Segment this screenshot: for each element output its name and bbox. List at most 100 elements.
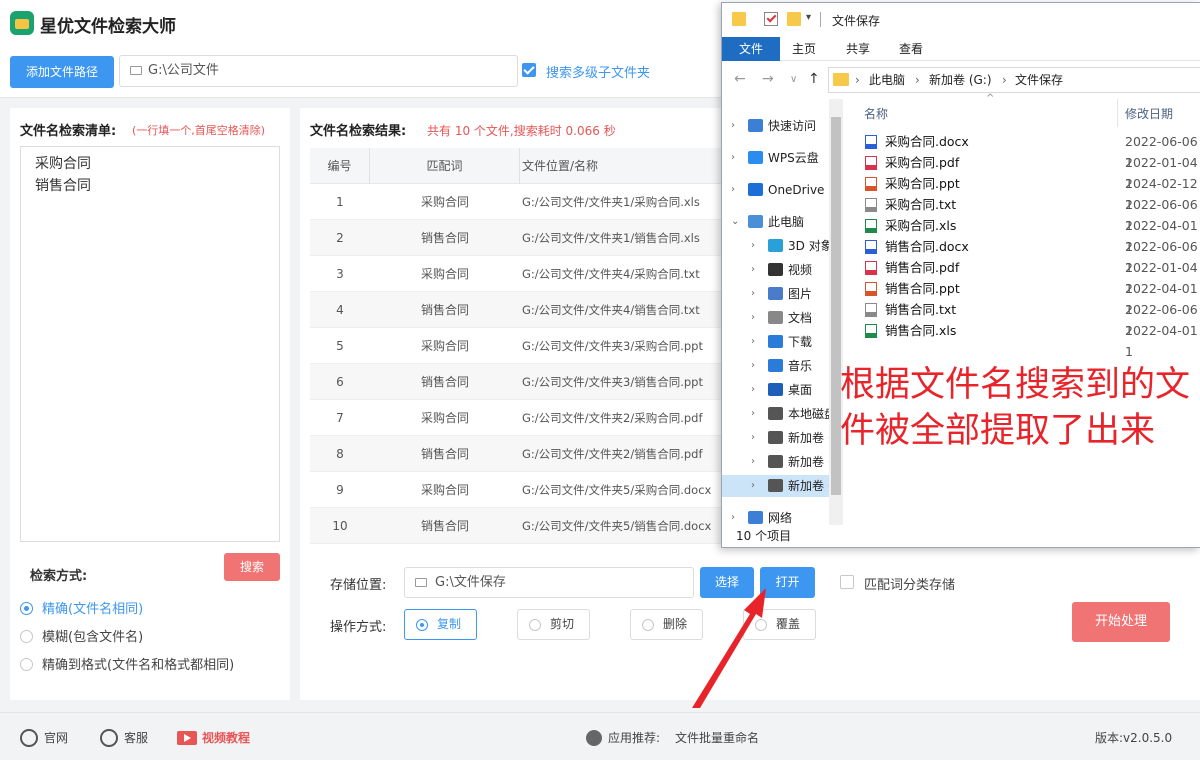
start-process-button[interactable]: 开始处理 — [1072, 602, 1170, 642]
nav-item-icon — [768, 335, 783, 348]
file-item[interactable]: 采购合同.xls 2022-04-01 1 — [865, 215, 1200, 254]
classify-label[interactable]: 匹配词分类存储 — [864, 574, 955, 593]
chevron-right-icon[interactable]: › — [751, 475, 755, 497]
nav-item[interactable]: › 快速访问 — [722, 115, 829, 137]
chevron-right-icon[interactable]: › — [751, 355, 755, 377]
file-item[interactable]: 采购合同.txt 2022-06-06 1 — [865, 194, 1200, 233]
table-row[interactable]: 4 销售合同 G:/公司文件/文件夹4/销售合同.txt — [310, 292, 730, 328]
cell-number: 10 — [332, 519, 348, 533]
nav-item[interactable]: › 本地磁盘 — [722, 403, 836, 425]
chevron-right-icon[interactable]: › — [731, 147, 735, 169]
table-row[interactable]: 10 销售合同 G:/公司文件/文件夹5/销售合同.docx — [310, 508, 730, 544]
breadcrumb-item[interactable]: 此电脑 — [869, 68, 905, 92]
nav-item-label: WPS云盘 — [768, 151, 819, 165]
table-row[interactable]: 5 采购合同 G:/公司文件/文件夹3/采购合同.ppt — [310, 328, 730, 364]
table-row[interactable]: 7 采购合同 G:/公司文件/文件夹2/采购合同.pdf — [310, 400, 730, 436]
chevron-right-icon[interactable]: › — [751, 379, 755, 401]
xls-file-icon — [865, 324, 877, 338]
cell-path: G:/公司文件/文件夹2/采购合同.pdf — [522, 411, 703, 425]
file-item[interactable]: 销售合同.xls 2022-04-01 1 — [865, 320, 1200, 359]
nav-item[interactable]: › 视频 — [722, 259, 829, 281]
video-label: 视频教程 — [202, 731, 251, 745]
classify-checkbox[interactable] — [840, 575, 854, 589]
chevron-right-icon[interactable]: › — [731, 115, 735, 137]
nav-item-icon — [748, 215, 763, 228]
tab-view[interactable]: 查看 — [893, 37, 929, 61]
nav-item[interactable]: › 桌面 — [722, 379, 829, 401]
chevron-right-icon[interactable]: › — [751, 235, 755, 257]
file-date: 2022-04-01 1 — [1125, 323, 1198, 359]
file-item[interactable]: 销售合同.pdf 2022-01-04 1 — [865, 257, 1200, 296]
nav-item[interactable]: › 新加卷 (E — [722, 427, 840, 449]
chevron-right-icon[interactable]: › — [731, 179, 735, 201]
nav-item[interactable]: › 网络 — [722, 507, 829, 529]
subfolder-label[interactable]: 搜索多级子文件夹 — [546, 62, 650, 81]
chevron-down-icon[interactable]: ▾ — [806, 12, 820, 26]
table-row[interactable]: 6 销售合同 G:/公司文件/文件夹3/销售合同.ppt — [310, 364, 730, 400]
file-item[interactable]: 采购合同.docx 2022-06-06 1 — [865, 131, 1200, 170]
keyword-list-title: 文件名检索清单: — [20, 124, 117, 139]
nav-item[interactable]: › 音乐 — [722, 355, 829, 377]
table-row[interactable]: 1 采购合同 G:/公司文件/文件夹1/采购合同.xls — [310, 184, 730, 220]
chevron-right-icon[interactable]: › — [751, 403, 755, 425]
mode-fuzzy-radio[interactable]: 模糊(包含文件名) — [20, 626, 143, 645]
file-item[interactable]: 销售合同.docx 2022-06-06 1 — [865, 236, 1200, 275]
chevron-right-icon[interactable]: › — [751, 283, 755, 305]
table-row[interactable]: 2 销售合同 G:/公司文件/文件夹1/销售合同.xls — [310, 220, 730, 256]
file-item[interactable]: 采购合同.pdf 2022-01-04 1 — [865, 152, 1200, 191]
chevron-right-icon[interactable]: › — [731, 507, 735, 529]
app-title: 星优文件检索大师 — [40, 17, 176, 37]
chevron-down-icon[interactable]: ∨ — [790, 74, 797, 85]
chevron-right-icon[interactable]: › — [751, 427, 755, 449]
properties-icon[interactable] — [764, 12, 778, 26]
file-item[interactable]: 销售合同.ppt 2022-04-01 1 — [865, 278, 1200, 317]
chevron-right-icon[interactable]: › — [751, 451, 755, 473]
col-date[interactable]: 修改日期 — [1125, 105, 1173, 122]
chevron-right-icon[interactable]: › — [751, 259, 755, 281]
add-path-button[interactable]: 添加文件路径 — [10, 56, 114, 88]
tab-file[interactable]: 文件 — [722, 37, 780, 61]
service-link[interactable]: 客服 — [100, 729, 148, 747]
table-row[interactable]: 8 销售合同 G:/公司文件/文件夹2/销售合同.pdf — [310, 436, 730, 472]
tab-share[interactable]: 共享 — [840, 37, 876, 61]
search-button[interactable]: 搜索 — [224, 553, 280, 581]
address-bar[interactable]: › 此电脑 › 新加卷 (G:) › 文件保存 — [828, 67, 1200, 93]
new-folder-icon[interactable] — [787, 12, 801, 26]
store-location-field[interactable]: G:\文件保存 — [404, 567, 694, 598]
col-name[interactable]: 名称 — [864, 105, 888, 122]
table-row[interactable]: 3 采购合同 G:/公司文件/文件夹4/采购合同.txt — [310, 256, 730, 292]
chevron-down-icon[interactable]: ⌄ — [731, 211, 739, 233]
chevron-right-icon[interactable]: › — [751, 307, 755, 329]
nav-scrollbar[interactable] — [829, 99, 843, 525]
official-site-link[interactable]: 官网 — [20, 729, 68, 747]
nav-item[interactable]: ⌄ 此电脑 — [722, 211, 829, 233]
nav-item[interactable]: › OneDrive — [722, 179, 829, 201]
nav-item[interactable]: › 3D 对象 — [722, 235, 833, 257]
back-icon[interactable]: ← — [734, 71, 746, 87]
nav-item[interactable]: › 图片 — [722, 283, 829, 305]
nav-item[interactable]: › 新加卷 (G — [722, 475, 842, 497]
nav-item[interactable]: › 新加卷 (F — [722, 451, 839, 473]
app-logo-icon — [10, 11, 34, 35]
breadcrumb-item[interactable]: 新加卷 (G:) — [929, 68, 992, 92]
nav-item[interactable]: › 下载 — [722, 331, 829, 353]
forward-icon[interactable]: → — [762, 71, 774, 87]
nav-item[interactable]: › WPS云盘 — [722, 147, 829, 169]
video-tutorial-link[interactable]: 视频教程 — [177, 729, 250, 746]
subfolder-checkbox[interactable] — [522, 63, 536, 77]
recommend-app-link[interactable]: 文件批量重命名 — [675, 729, 759, 746]
keyword-textarea[interactable]: 采购合同 销售合同 — [20, 146, 280, 542]
path-field[interactable]: G:\公司文件 — [119, 55, 518, 87]
up-icon[interactable]: ↑ — [808, 71, 820, 87]
op-copy-radio[interactable]: 复制 — [404, 609, 477, 640]
mode-format-radio[interactable]: 精确到格式(文件名和格式都相同) — [20, 654, 234, 673]
breadcrumb-item[interactable]: 文件保存 — [1015, 68, 1063, 92]
table-row[interactable]: 9 采购合同 G:/公司文件/文件夹5/采购合同.docx — [310, 472, 730, 508]
nav-item[interactable]: › 文档 — [722, 307, 829, 329]
file-item[interactable]: 采购合同.ppt 2024-02-12 1 — [865, 173, 1200, 212]
op-cut-radio[interactable]: 剪切 — [517, 609, 590, 640]
mode-exact-radio[interactable]: 精确(文件名相同) — [20, 598, 143, 617]
chevron-right-icon[interactable]: › — [751, 331, 755, 353]
tab-home[interactable]: 主页 — [786, 37, 822, 61]
file-item[interactable]: 销售合同.txt 2022-06-06 1 — [865, 299, 1200, 338]
